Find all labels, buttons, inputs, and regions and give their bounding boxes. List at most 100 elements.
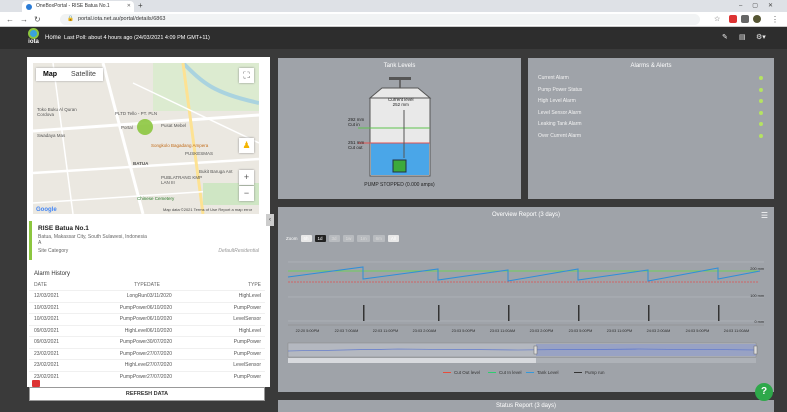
extension-icon[interactable]: [741, 15, 749, 23]
street-view-pegman-icon[interactable]: ♟: [239, 138, 254, 153]
alarm-type-cell: PumpPower: [119, 350, 147, 357]
window-controls[interactable]: –▢✕: [739, 0, 783, 12]
site-sub: A: [38, 240, 42, 246]
pump-run-bar: [363, 305, 365, 321]
settings-gear-icon[interactable]: ⚙▾: [756, 27, 766, 49]
browser-menu-icon[interactable]: ⋮: [771, 12, 779, 27]
y-axis-label: 0 mm: [755, 320, 765, 324]
back-icon[interactable]: ←: [6, 12, 14, 27]
browser-tab[interactable]: OneBoxPortal - RISE Batua No.1 ✕: [22, 1, 134, 12]
map-label: Bukit Baruga Ant: [199, 169, 233, 174]
zoom-out-icon[interactable]: −: [239, 186, 254, 201]
status-ok-dot-icon: [759, 133, 763, 138]
legend-item[interactable]: Cut Out level: [443, 370, 480, 375]
reload-icon[interactable]: ↻: [34, 12, 41, 27]
site-name: RISE Batua No.1: [38, 225, 89, 232]
pump-run-bar: [718, 305, 720, 321]
alarm-date-cell: 23/02/2021: [34, 373, 60, 380]
new-tab-icon[interactable]: +: [138, 0, 143, 12]
x-tick-label: 22:03 11:00PM: [373, 329, 398, 333]
legend-item[interactable]: Cut In level: [488, 370, 522, 375]
extension-icon[interactable]: [729, 15, 737, 23]
alarm-type-cell: PumpPower: [233, 339, 261, 345]
map-label: Songkolo Bagadang Ampera: [151, 143, 209, 148]
tank-level-series-line: [287, 266, 761, 282]
alert-label: Over Current Alarm: [538, 132, 582, 139]
alarm-date-cell: 30/07/2020: [147, 339, 173, 345]
refresh-data-button[interactable]: REFRESH DATA: [29, 387, 265, 401]
edit-pencil-icon[interactable]: ✎: [722, 27, 728, 49]
forward-icon[interactable]: →: [20, 12, 28, 27]
bookmark-star-icon[interactable]: ☆: [714, 12, 720, 27]
profile-avatar-icon[interactable]: [753, 15, 761, 23]
document-icon[interactable]: ▤: [739, 27, 746, 49]
y-axis-label: 200 mm: [750, 267, 764, 271]
alarm-date-cell: 10/03/2021: [34, 316, 60, 322]
alarm-type-cell: LevelSensor: [233, 362, 261, 368]
fullscreen-icon[interactable]: ⛶: [239, 68, 254, 83]
alert-badge[interactable]: [32, 380, 40, 387]
alarm-date-cell: 06/10/2020: [147, 316, 173, 322]
home-link[interactable]: Home: [45, 27, 61, 49]
close-tab-icon[interactable]: ✕: [127, 1, 131, 12]
x-tick-label: 24:03 11:00AM: [724, 329, 749, 333]
column-header: TYPE: [247, 282, 261, 288]
status-ok-dot-icon: [759, 122, 763, 126]
alarm-date-cell: 06/10/2020: [147, 327, 173, 334]
pump-run-bar: [578, 305, 580, 321]
alarm-type-cell: PumpPower: [119, 316, 147, 322]
alarm-history-rows: 12/03/2021 LongRun 03/11/2020 HighLevel 10/0…: [29, 290, 265, 382]
map-label: BATUA: [133, 161, 149, 166]
site-favicon-icon: [26, 4, 32, 10]
status-ok-dot-icon: [759, 76, 763, 80]
alarm-history-panel: Alarm History DATE TYPE DATE TYPE 12/03/…: [29, 266, 265, 382]
zoom-in-icon[interactable]: +: [239, 170, 254, 185]
browser-tab-title: OneBoxPortal - RISE Batua No.1: [36, 3, 110, 9]
map-label: Portal: [121, 125, 133, 130]
alarm-date-cell: 03/11/2020: [147, 293, 172, 299]
x-tick-label: 24:03 2:00AM: [647, 329, 671, 333]
status-report-panel: Status Report (3 days): [278, 400, 774, 412]
legend-item[interactable]: Pump run: [574, 370, 605, 375]
legend-item[interactable]: Tank Level: [526, 370, 559, 375]
alert-label: Level Sensor Alarm: [538, 109, 582, 116]
google-logo: Google: [36, 207, 57, 213]
site-location-marker[interactable]: [137, 119, 153, 135]
alert-item: Pump Power Status: [538, 87, 763, 93]
legend-swatch: [488, 371, 496, 374]
navigator-handle-left[interactable]: [533, 345, 538, 355]
alarm-date-cell: 09/03/2021: [34, 339, 60, 345]
help-button[interactable]: ?: [755, 383, 773, 401]
legend-label: Cut In level: [499, 370, 522, 375]
iota-logo[interactable]: iota: [24, 28, 43, 48]
site-category-value: DefaultResidential: [218, 248, 259, 254]
collapse-sidebar-icon[interactable]: ‹: [266, 214, 274, 226]
table-row: 09/03/2021 HighLevel 06/10/2020 HighLevel: [29, 324, 265, 337]
site-category-row: Site Category DefaultResidential: [38, 248, 259, 254]
map-tab-satellite[interactable]: Satellite: [64, 68, 103, 81]
alarm-date-cell: 27/07/2020: [147, 350, 173, 357]
map-label: Swadaya Mas: [37, 133, 66, 138]
x-tick-label: 22:03 7:00AM: [335, 329, 359, 333]
alarm-date-cell: 27/07/2020: [147, 362, 173, 368]
navigator-handle-right[interactable]: [753, 345, 758, 355]
table-row: 09/03/2021 PumpPower 30/07/2020 PumpPower: [29, 336, 265, 348]
navigator-scroll-thumb[interactable]: [536, 358, 756, 363]
pump-run-bar: [648, 305, 650, 321]
legend-label: Cut Out level: [454, 370, 481, 375]
alert-label: Leaking Tank Alarm: [538, 121, 582, 127]
map-tab-map[interactable]: Map: [36, 68, 64, 81]
current-level-readout: Current level 252 mm: [388, 97, 414, 107]
map-type-control[interactable]: Map Satellite: [36, 68, 103, 81]
pump-icon: [392, 159, 407, 173]
map-label: PUSKESMAS: [185, 151, 214, 156]
tank-diagram: [358, 77, 432, 177]
legend-swatch: [443, 371, 451, 374]
url-field[interactable]: 🔒 portal.iota.net.au/portal/details/6863: [60, 14, 700, 25]
site-map[interactable]: Map Satellite ⛶ ♟ + − PLTD Tello - PT. P…: [33, 63, 259, 214]
table-row: 23/02/2021 PumpPower 27/07/2020 PumpPower: [29, 370, 265, 383]
alarm-history-title: Alarm History: [34, 271, 71, 277]
alarm-date-cell: 09/03/2021: [34, 327, 60, 334]
x-tick-label: 23:03 5:00PM: [569, 329, 593, 333]
tank-levels-panel: Tank Levels Current level 252 mm 292 mm …: [278, 58, 521, 199]
